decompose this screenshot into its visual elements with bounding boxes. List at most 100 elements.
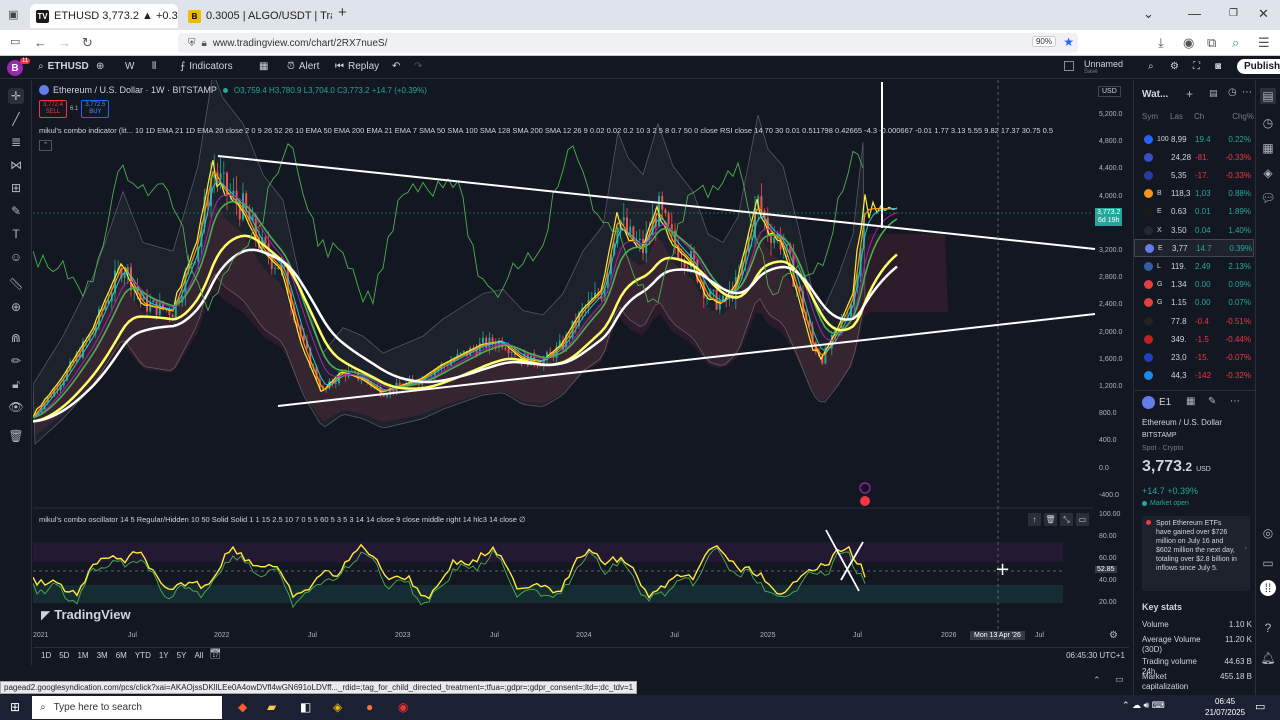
- symbol-legend[interactable]: Ethereum / U.S. Dollar · 1W · BITSTAMP O…: [39, 85, 427, 95]
- sidebar-icon[interactable]: ▭: [10, 35, 20, 48]
- back-icon[interactable]: ←: [34, 35, 47, 50]
- col-change-pct[interactable]: Chg%: [1218, 112, 1254, 121]
- col-change[interactable]: Ch: [1194, 112, 1218, 121]
- news-icon[interactable]: ▦: [1260, 140, 1276, 156]
- avatar[interactable]: B 11: [7, 58, 31, 76]
- tab-ethusd[interactable]: TV ETHUSD 3,773.2 ▲ +0.39% Unn ✕: [30, 4, 178, 28]
- reload-icon[interactable]: ↻: [82, 35, 93, 51]
- settings-button[interactable]: ⚙: [1170, 61, 1179, 72]
- chevron-up-icon[interactable]: ⌃: [1093, 675, 1101, 686]
- layout-name-button[interactable]: Unnamed Save: [1084, 59, 1123, 75]
- add-symbol-icon[interactable]: +: [1186, 87, 1193, 101]
- oscillator-legend[interactable]: mikul's combo oscillator 14 5 Regular/Hi…: [39, 515, 1019, 524]
- tradingview-app-icon[interactable]: ◧: [300, 700, 311, 714]
- watchlist-title[interactable]: Wat...: [1142, 89, 1168, 100]
- clock-icon[interactable]: ◷: [1228, 87, 1237, 98]
- minimize-icon[interactable]: —: [1188, 6, 1201, 21]
- brave-icon[interactable]: ◆: [238, 700, 247, 714]
- new-tab-icon[interactable]: +: [338, 4, 347, 21]
- collapse-legend-icon[interactable]: ⌃: [39, 140, 52, 151]
- folder-icon[interactable]: ▰: [267, 700, 276, 714]
- replay-button[interactable]: ⏮ Replay: [335, 61, 379, 72]
- obs-icon[interactable]: ◉: [398, 700, 408, 714]
- watchlist-row[interactable]: 100 8,99 19.4 0.22%: [1134, 130, 1254, 148]
- help-icon[interactable]: ?: [1260, 620, 1276, 636]
- alerts-clock-icon[interactable]: ◷: [1260, 115, 1276, 131]
- search-icon[interactable]: ⌕: [1232, 35, 1239, 51]
- symbol-search-button[interactable]: ⌕ ETHUSD: [38, 61, 89, 72]
- edit-icon[interactable]: ✎: [1208, 396, 1216, 407]
- pattern-tool-icon[interactable]: ⋈: [8, 157, 24, 173]
- quick-search-button[interactable]: ⌕: [1148, 61, 1154, 72]
- range-5d[interactable]: 5D: [59, 651, 69, 660]
- watchlist-icon[interactable]: ▤: [1260, 88, 1276, 104]
- templates-button[interactable]: ▦: [259, 61, 268, 72]
- trash-icon[interactable]: 🗑︎: [8, 428, 24, 444]
- range-1m[interactable]: 1M: [77, 651, 88, 660]
- range-3m[interactable]: 3M: [97, 651, 108, 660]
- menu-icon[interactable]: ☰: [1258, 35, 1270, 51]
- range-5y[interactable]: 5Y: [177, 651, 187, 660]
- windows-start-icon[interactable]: ⊞: [10, 700, 20, 714]
- range-1y[interactable]: 1Y: [159, 651, 169, 660]
- maximize-icon[interactable]: ▭: [1115, 674, 1124, 685]
- window-close-icon[interactable]: ✕: [1258, 6, 1269, 22]
- url-field[interactable]: ⛨ 🔒︎ www.tradingview.com/chart/2RX7nueS/…: [178, 33, 1078, 53]
- compare-button[interactable]: ⊕: [96, 61, 104, 72]
- restore-icon[interactable]: ❐: [1229, 8, 1238, 19]
- text-tool-icon[interactable]: T: [8, 226, 24, 242]
- clock[interactable]: 06:45:30 UTC+1: [1066, 651, 1125, 660]
- tab-menu-icon[interactable]: ▣: [8, 8, 18, 21]
- emoji-tool-icon[interactable]: ☺: [8, 249, 24, 265]
- sell-button[interactable]: 3,772.4 SELL: [39, 100, 68, 118]
- forward-icon[interactable]: →: [58, 35, 71, 50]
- undo-button[interactable]: ↶: [392, 61, 400, 72]
- watchlist-row[interactable]: X 3.50 0.04 1.40%: [1134, 221, 1254, 239]
- watchlist-row[interactable]: 77.8 -0.4 -0.51%: [1134, 312, 1254, 330]
- magnet-tool-icon[interactable]: ⋒: [8, 330, 24, 346]
- watchlist-row[interactable]: E 0.63 0.01 1.89%: [1134, 203, 1254, 221]
- collapse-pane-icon[interactable]: ⤡: [1060, 513, 1073, 526]
- watchlist-row[interactable]: G 1.15 0.00 0.07%: [1134, 294, 1254, 312]
- extensions-icon[interactable]: ⧉: [1207, 35, 1216, 51]
- brush-tool-icon[interactable]: ✎: [8, 203, 24, 219]
- watchlist-row[interactable]: L 119. 2.49 2.13%: [1134, 257, 1254, 275]
- zoom-badge[interactable]: 90%: [1031, 36, 1056, 47]
- details-exchange[interactable]: BITSTAMP: [1142, 432, 1176, 439]
- apps-icon[interactable]: ⁞⁞: [1260, 580, 1276, 596]
- binance-app-icon[interactable]: ◈: [333, 700, 342, 714]
- lock-icon[interactable]: 🔓︎: [8, 376, 24, 392]
- calendar-icon[interactable]: 📅︎: [209, 649, 222, 660]
- taskbar-search[interactable]: ⌕ Type here to search: [32, 696, 222, 719]
- more-icon[interactable]: ⋯: [1242, 87, 1252, 98]
- layout-checkbox[interactable]: [1064, 61, 1074, 71]
- watchlist-row[interactable]: 349. -1.5 -0.44%: [1134, 330, 1254, 348]
- notification-center-icon[interactable]: ▭: [1255, 700, 1265, 713]
- download-icon[interactable]: ⤓: [1158, 35, 1164, 51]
- calendar-icon[interactable]: ▭: [1260, 555, 1276, 571]
- details-name[interactable]: Ethereum / U.S. Dollar: [1142, 418, 1222, 427]
- star-icon[interactable]: ★: [1063, 35, 1074, 49]
- watchlist-row[interactable]: 44,3 -142 -0.32%: [1134, 367, 1254, 385]
- lock-drawings-icon[interactable]: ✏: [8, 353, 24, 369]
- grid-icon[interactable]: ▦: [1186, 396, 1195, 407]
- redo-button[interactable]: ↷: [414, 61, 422, 72]
- alert-button[interactable]: ⏰︎ Alert: [287, 61, 319, 72]
- zoom-tool-icon[interactable]: ⊕: [8, 299, 24, 315]
- chart-type-button[interactable]: ⫴: [152, 61, 156, 72]
- currency-selector[interactable]: USD: [1098, 86, 1121, 97]
- maximize-pane-icon[interactable]: ▭: [1076, 513, 1089, 526]
- notifications-icon[interactable]: 🔔︎: [1260, 650, 1276, 666]
- indicator-legend[interactable]: mikul's combo indicator (lit... 10 1D EM…: [39, 126, 1064, 135]
- watchlist-row[interactable]: 24,28 -81. -0.33%: [1134, 148, 1254, 166]
- publish-button[interactable]: Publish: [1237, 59, 1280, 74]
- arrow-up-icon[interactable]: ↑: [1028, 513, 1041, 526]
- watchlist-row[interactable]: B 118,3 1,03 0.88%: [1134, 185, 1254, 203]
- watchlist-row[interactable]: E 3,77 14.7 0.39%: [1134, 239, 1254, 258]
- layout-icon[interactable]: ▤: [1209, 88, 1218, 99]
- col-last[interactable]: Las: [1170, 112, 1194, 121]
- taskbar-clock[interactable]: 06:45 21/07/2025: [1205, 696, 1245, 718]
- trendline-tool-icon[interactable]: ╱: [8, 111, 24, 127]
- account-icon[interactable]: ◉: [1183, 35, 1194, 51]
- interval-button[interactable]: W: [125, 61, 134, 72]
